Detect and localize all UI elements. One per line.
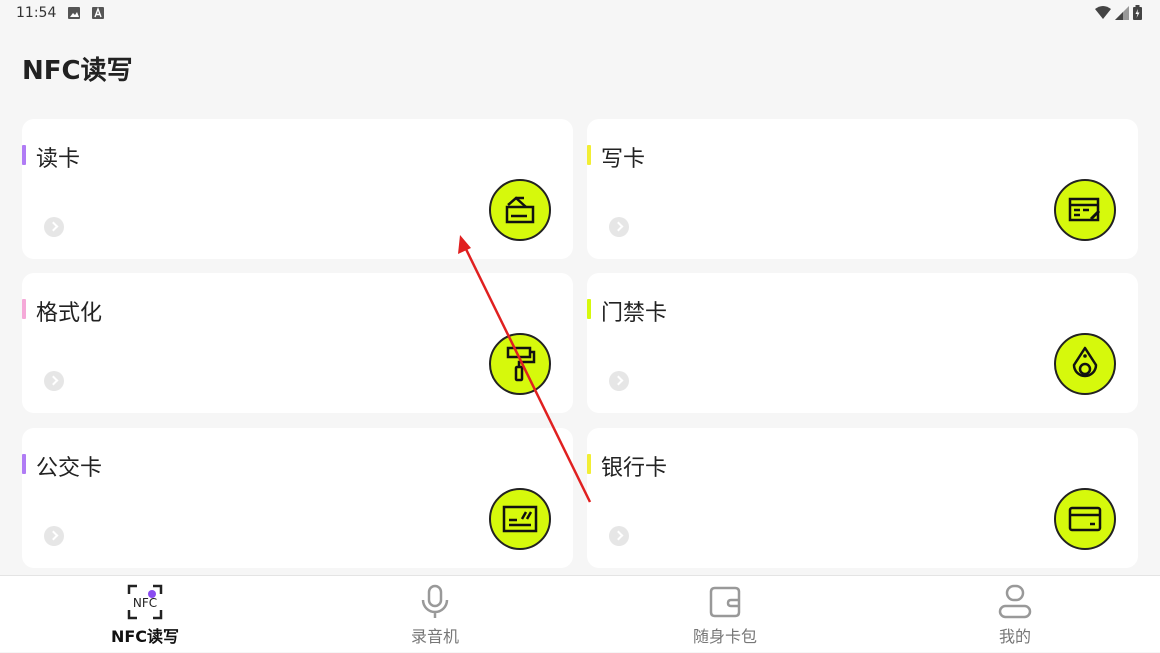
svg-text:NFC: NFC (133, 596, 157, 610)
nav-label: 随身卡包 (692, 627, 757, 646)
card-bank[interactable]: 银行卡 (587, 428, 1138, 568)
nav-label: 我的 (998, 627, 1031, 646)
nav-label: NFC读写 (110, 627, 180, 646)
card-title: 写卡 (601, 147, 646, 172)
status-time: 11:54 (16, 5, 57, 21)
card-write[interactable]: 写卡 (587, 119, 1138, 259)
wallet-icon (709, 586, 741, 618)
wifi-icon (1095, 5, 1111, 19)
card-title: 读卡 (36, 147, 81, 172)
card-read-icon (489, 179, 551, 241)
card-bus[interactable]: 公交卡 (22, 428, 573, 568)
card-access[interactable]: 门禁卡 (587, 273, 1138, 413)
microphone-icon (421, 584, 449, 618)
bottom-nav: NFC NFC读写 录音机 随身卡包 我的 (0, 575, 1160, 652)
card-format[interactable]: 格式化 (22, 273, 573, 413)
nav-item-nfc[interactable]: NFC NFC读写 (0, 576, 290, 653)
chevron-right-icon (609, 371, 629, 391)
card-write-icon (1054, 179, 1116, 241)
nav-item-recorder[interactable]: 录音机 (290, 576, 580, 653)
paint-roller-icon (489, 333, 551, 395)
page-title: NFC读写 (22, 56, 133, 86)
user-icon (998, 584, 1032, 619)
bus-card-icon (489, 488, 551, 550)
card-title: 格式化 (36, 301, 103, 326)
card-accent-bar (587, 454, 591, 474)
card-accent-bar (22, 454, 26, 474)
card-accent-bar (587, 145, 591, 165)
status-bar: 11:54 (0, 0, 1160, 28)
card-accent-bar (587, 299, 591, 319)
status-indicators (1095, 5, 1142, 20)
card-accent-bar (22, 299, 26, 319)
bank-card-icon (1054, 488, 1116, 550)
battery-icon (1133, 5, 1142, 20)
key-fob-icon (1054, 333, 1116, 395)
image-notification-icon (68, 7, 80, 19)
chevron-right-icon (44, 217, 64, 237)
nfc-scan-icon: NFC (127, 584, 163, 620)
nav-item-wallet[interactable]: 随身卡包 (580, 576, 870, 653)
card-title: 公交卡 (36, 456, 103, 481)
signal-icon (1115, 5, 1129, 20)
chevron-right-icon (609, 526, 629, 546)
chevron-right-icon (609, 217, 629, 237)
card-title: 银行卡 (601, 456, 668, 481)
card-accent-bar (22, 145, 26, 165)
card-read[interactable]: 读卡 (22, 119, 573, 259)
card-title: 门禁卡 (601, 301, 668, 326)
a-notification-icon (92, 7, 104, 19)
nav-label: 录音机 (410, 627, 459, 646)
chevron-right-icon (44, 526, 64, 546)
nav-item-profile[interactable]: 我的 (870, 576, 1160, 653)
chevron-right-icon (44, 371, 64, 391)
